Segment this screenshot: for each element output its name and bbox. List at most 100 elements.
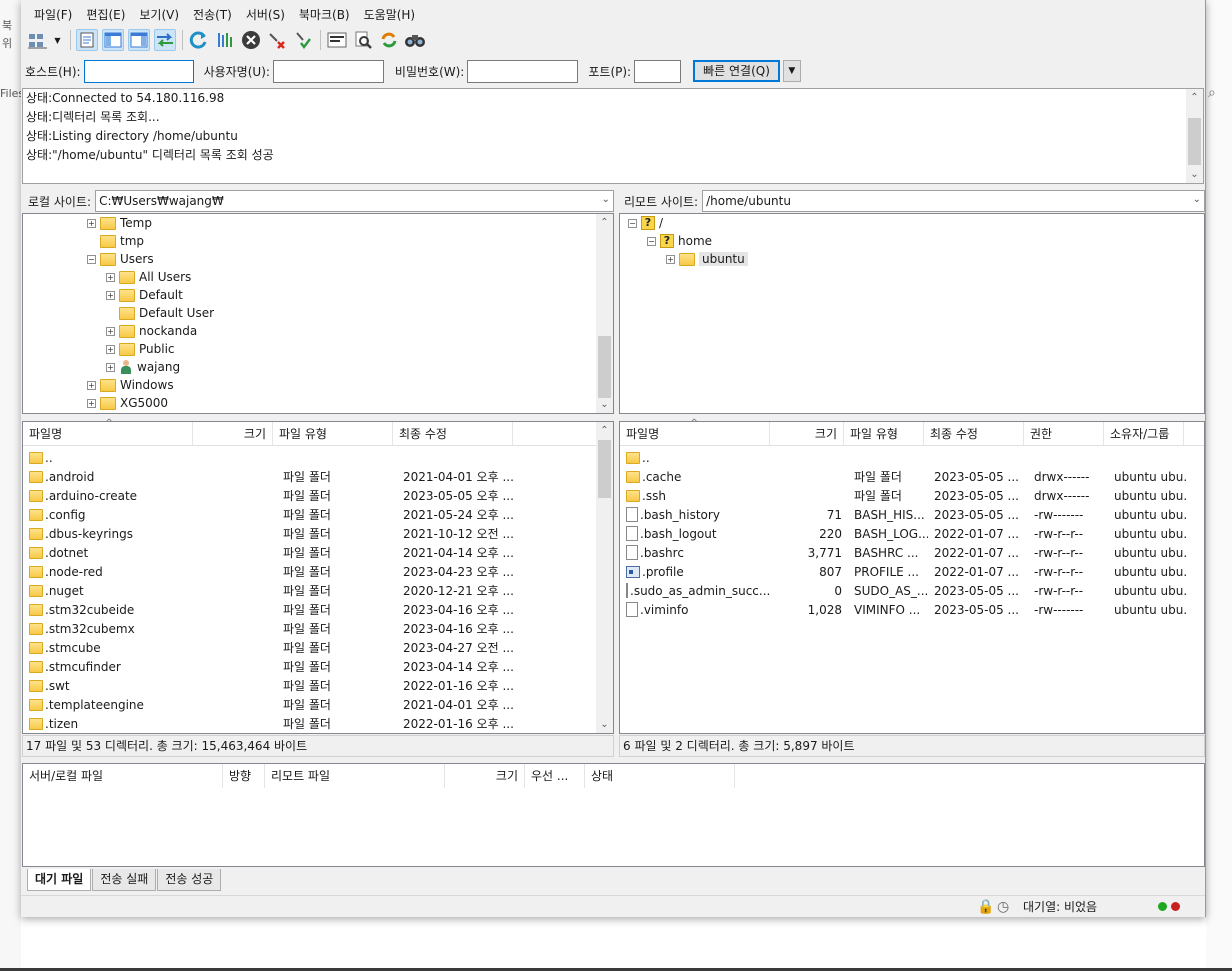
menu-bookmarks[interactable]: 북마크(B): [292, 4, 357, 26]
column-header-modified[interactable]: 최종 수정: [924, 422, 1024, 446]
menu-view[interactable]: 보기(V): [132, 4, 186, 26]
log-scrollbar[interactable]: ⌃ ⌄: [1186, 89, 1203, 183]
scroll-down-icon[interactable]: ⌄: [596, 716, 613, 733]
search-remote-files-icon[interactable]: [352, 29, 374, 51]
toggle-local-tree-icon[interactable]: [102, 29, 124, 51]
site-manager-icon[interactable]: [27, 29, 49, 51]
tree-node[interactable]: + XG5000: [87, 394, 168, 412]
tree-node[interactable]: Default User: [106, 304, 214, 322]
file-row[interactable]: .config 파일 폴더 2021-05-24 오후 ...: [27, 505, 517, 524]
scroll-up-icon[interactable]: ⌃: [596, 214, 613, 231]
tab-queued-files[interactable]: 대기 파일: [27, 869, 92, 891]
column-header-priority[interactable]: 우선 ...: [525, 764, 585, 788]
file-row[interactable]: .bash_history 71 BASH_HIS... 2023-05-05 ...…: [624, 505, 1188, 524]
file-row[interactable]: .tizen 파일 폴더 2022-01-16 오후 ...: [27, 714, 517, 733]
tree-node[interactable]: + Public: [106, 340, 175, 358]
column-header-direction[interactable]: 방향: [223, 764, 265, 788]
expand-icon[interactable]: +: [106, 326, 115, 336]
column-header-size[interactable]: 크기: [193, 422, 273, 446]
tree-node[interactable]: −? home: [647, 232, 712, 250]
file-row[interactable]: .profile 807 PROFILE ... 2022-01-07 ... -rw-…: [624, 562, 1188, 581]
chevron-down-icon[interactable]: ⌄: [602, 194, 610, 205]
quickconnect-dropdown[interactable]: ▼: [782, 60, 801, 82]
tree-node[interactable]: tmp: [87, 232, 144, 250]
expand-icon[interactable]: +: [87, 218, 96, 228]
toggle-remote-tree-icon[interactable]: [128, 29, 150, 51]
collapse-icon[interactable]: −: [628, 218, 637, 228]
file-row[interactable]: ..: [624, 448, 1188, 467]
file-row[interactable]: .bashrc 3,771 BASHRC ... 2022-01-07 ... -rw-…: [624, 543, 1188, 562]
file-row[interactable]: .stm32cubeide 파일 폴더 2023-04-16 오후 ...: [27, 600, 517, 619]
file-row[interactable]: .cache 파일 폴더 2023-05-05 ... drwx------ ubunt…: [624, 467, 1188, 486]
compare-directories-icon[interactable]: [404, 29, 426, 51]
tree-node[interactable]: + wajang: [106, 358, 180, 376]
local-path-combo[interactable]: C:₩Users₩wajang₩ ⌄: [95, 190, 614, 212]
file-row[interactable]: .nuget 파일 폴더 2020-12-21 오후 ...: [27, 581, 517, 600]
scroll-down-icon[interactable]: ⌄: [1186, 166, 1203, 183]
file-row[interactable]: .templateengine 파일 폴더 2021-04-01 오후 ...: [27, 695, 517, 714]
file-row[interactable]: .swt 파일 폴더 2022-01-16 오후 ...: [27, 676, 517, 695]
file-row[interactable]: .sudo_as_admin_succ... 0 SUDO_AS_... 2023-0…: [624, 581, 1188, 600]
expand-icon[interactable]: +: [87, 398, 96, 408]
scroll-down-icon[interactable]: ⌄: [596, 396, 613, 413]
sync-browsing-icon[interactable]: [378, 29, 400, 51]
expand-icon[interactable]: +: [106, 272, 115, 282]
collapse-icon[interactable]: −: [87, 254, 96, 264]
remote-path-combo[interactable]: /home/ubuntu ⌄: [702, 190, 1205, 212]
column-header-server-local-file[interactable]: 서버/로컬 파일: [23, 764, 223, 788]
tree-node[interactable]: + Windows: [87, 376, 174, 394]
file-row[interactable]: .stmcube 파일 폴더 2023-04-27 오전 ...: [27, 638, 517, 657]
column-header-type[interactable]: 파일 유형: [844, 422, 924, 446]
scroll-up-icon[interactable]: ⌃: [596, 422, 613, 439]
local-list-scrollbar[interactable]: ⌃ ⌄: [596, 422, 613, 733]
menu-transfer[interactable]: 전송(T): [186, 4, 239, 26]
expand-icon[interactable]: +: [106, 344, 115, 354]
collapse-icon[interactable]: −: [647, 236, 656, 246]
expand-icon[interactable]: +: [106, 290, 115, 300]
column-header-permissions[interactable]: 권한: [1024, 422, 1104, 446]
column-header-size[interactable]: 크기: [445, 764, 525, 788]
tree-node[interactable]: + ubuntu: [666, 250, 748, 268]
site-manager-dropdown[interactable]: ▼: [53, 29, 62, 51]
file-row[interactable]: .bash_logout 220 BASH_LOG... 2022-01-07 ...…: [624, 524, 1188, 543]
file-row[interactable]: .viminfo 1,028 VIMINFO ... 2023-05-05 ... -r…: [624, 600, 1188, 619]
file-row[interactable]: .node-red 파일 폴더 2023-04-23 오후 ...: [27, 562, 517, 581]
menu-help[interactable]: 도움말(H): [357, 4, 423, 26]
column-header-size[interactable]: 크기: [770, 422, 844, 446]
quickconnect-button[interactable]: 빠른 연결(Q): [693, 60, 780, 82]
file-row[interactable]: .dotnet 파일 폴더 2021-04-14 오후 ...: [27, 543, 517, 562]
scroll-thumb[interactable]: [598, 440, 611, 498]
tree-node[interactable]: − Users: [87, 250, 154, 268]
toggle-transfer-queue-icon[interactable]: [154, 29, 176, 51]
column-header-status[interactable]: 상태: [585, 764, 735, 788]
column-header-remote-file[interactable]: 리모트 파일: [265, 764, 445, 788]
expand-icon[interactable]: +: [106, 362, 115, 372]
scroll-thumb[interactable]: [598, 336, 611, 398]
file-row[interactable]: .stm32cubemx 파일 폴더 2023-04-16 오후 ...: [27, 619, 517, 638]
column-header-owner[interactable]: 소유자/그룹: [1104, 422, 1184, 446]
file-row[interactable]: ..: [27, 448, 517, 467]
scroll-up-icon[interactable]: ⌃: [1186, 89, 1203, 106]
menu-file[interactable]: 파일(F): [27, 4, 79, 26]
cancel-icon[interactable]: [240, 29, 262, 51]
local-tree-scrollbar[interactable]: ⌃ ⌄: [596, 214, 613, 413]
file-row[interactable]: .arduino-create 파일 폴더 2023-05-05 오후 ...: [27, 486, 517, 505]
tree-node[interactable]: −? /: [628, 214, 663, 232]
file-row[interactable]: .ssh 파일 폴더 2023-05-05 ... drwx------ ubuntu …: [624, 486, 1188, 505]
port-input[interactable]: [634, 59, 682, 83]
expand-icon[interactable]: +: [666, 254, 675, 264]
reconnect-icon[interactable]: [292, 29, 314, 51]
column-header-type[interactable]: 파일 유형: [273, 422, 393, 446]
tab-failed-transfers[interactable]: 전송 실패: [92, 869, 157, 891]
menu-edit[interactable]: 편집(E): [79, 4, 132, 26]
tab-successful-transfers[interactable]: 전송 성공: [157, 869, 222, 891]
tree-node[interactable]: + Default: [106, 286, 183, 304]
column-header-modified[interactable]: 최종 수정: [393, 422, 513, 446]
tree-node[interactable]: + All Users: [106, 268, 191, 286]
directory-filter-icon[interactable]: [326, 29, 348, 51]
host-input[interactable]: [83, 59, 194, 83]
file-row[interactable]: .dbus-keyrings 파일 폴더 2021-10-12 오전 ...: [27, 524, 517, 543]
speed-limit-icon[interactable]: ◷: [997, 898, 1009, 916]
refresh-icon[interactable]: [188, 29, 210, 51]
scroll-thumb[interactable]: [1188, 118, 1201, 165]
